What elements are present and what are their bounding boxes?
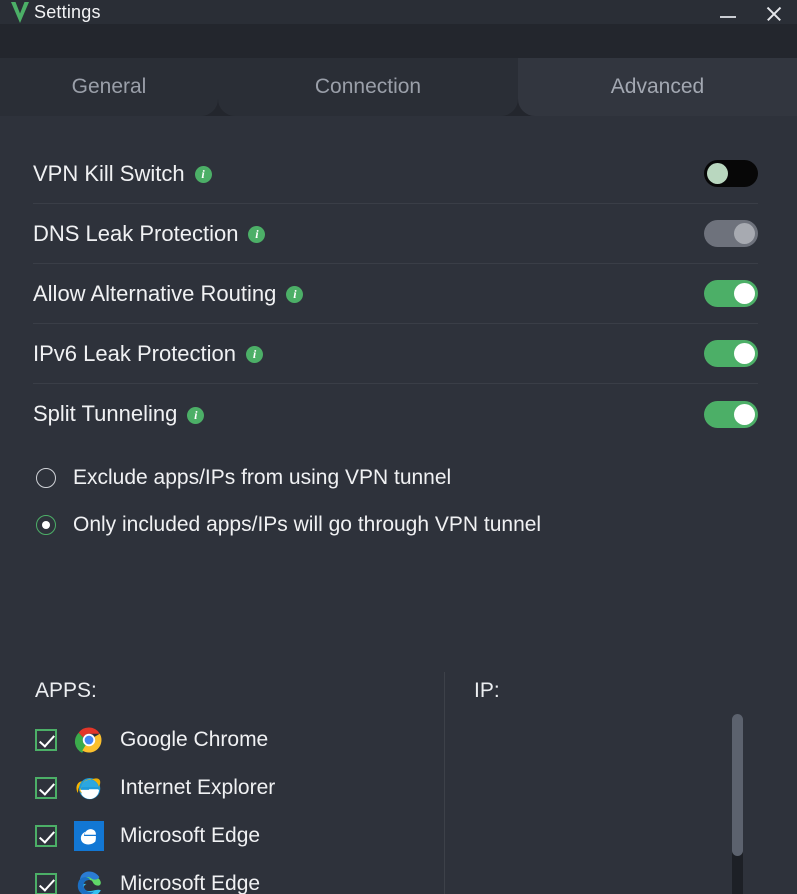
setting-row-ipv6-leak-protection: IPv6 Leak Protection i xyxy=(33,324,758,384)
checkbox-checked-icon[interactable] xyxy=(35,729,57,751)
title-bar: Settings xyxy=(0,0,797,24)
apps-column-header: APPS: xyxy=(35,679,97,702)
toggle-knob xyxy=(734,403,755,425)
close-icon xyxy=(765,4,783,22)
setting-label: DNS Leak Protection xyxy=(33,220,239,246)
microsoft-edge-chromium-icon xyxy=(74,869,104,894)
radio-selected-icon xyxy=(36,514,56,535)
checkbox-checked-icon[interactable] xyxy=(35,777,57,799)
minimize-button[interactable] xyxy=(705,0,751,24)
ip-list-scrollbar-thumb[interactable] xyxy=(732,714,743,856)
app-logo-icon xyxy=(0,0,34,24)
info-icon[interactable]: i xyxy=(246,346,264,363)
setting-label: Allow Alternative Routing xyxy=(33,280,277,306)
list-item[interactable]: Microsoft Edge xyxy=(35,860,425,894)
tab-general[interactable]: General xyxy=(0,58,218,116)
toggle-knob xyxy=(707,163,728,184)
setting-row-dns-leak-protection: DNS Leak Protection i xyxy=(33,204,758,264)
radio-option-exclude-label: Exclude apps/IPs from using VPN tunnel xyxy=(73,465,452,489)
checkbox-checked-icon[interactable] xyxy=(35,873,57,894)
app-name: Internet Explorer xyxy=(120,776,276,799)
advanced-settings-panel: VPN Kill Switch i DNS Leak Protection i … xyxy=(0,116,797,894)
toggle-knob xyxy=(734,223,755,244)
setting-row-vpn-kill-switch: VPN Kill Switch i xyxy=(33,144,758,204)
radio-icon xyxy=(36,467,56,488)
google-chrome-icon xyxy=(74,725,104,755)
setting-label: IPv6 Leak Protection xyxy=(33,340,237,366)
close-button[interactable] xyxy=(751,0,797,24)
setting-label: Split Tunneling xyxy=(33,401,178,426)
app-name: Microsoft Edge xyxy=(120,872,261,894)
ip-list-scrollbar[interactable] xyxy=(732,714,743,894)
list-item[interactable]: Internet Explorer xyxy=(35,764,425,812)
split-tunneling-mode-group: Exclude apps/IPs from using VPN tunnel O… xyxy=(36,454,736,548)
app-name: Google Chrome xyxy=(120,728,269,751)
tab-connection-label: Connection xyxy=(314,75,422,98)
tab-connection[interactable]: Connection xyxy=(218,58,518,116)
toggle-split-tunneling[interactable] xyxy=(704,400,758,428)
tab-advanced[interactable]: Advanced xyxy=(518,58,797,116)
app-name: Microsoft Edge xyxy=(120,824,261,847)
radio-option-include-label: Only included apps/IPs will go through V… xyxy=(73,512,542,536)
settings-window: Settings General Connection Advanced VPN… xyxy=(0,0,797,894)
toggle-allow-alternative-routing[interactable] xyxy=(704,280,758,307)
info-icon[interactable]: i xyxy=(194,166,212,183)
checkbox-checked-icon[interactable] xyxy=(35,825,57,847)
info-icon[interactable]: i xyxy=(286,286,304,303)
internet-explorer-icon xyxy=(74,773,104,803)
window-title: Settings xyxy=(34,2,101,22)
radio-option-exclude[interactable]: Exclude apps/IPs from using VPN tunnel xyxy=(36,454,736,501)
setting-label: VPN Kill Switch xyxy=(33,160,185,186)
minimize-icon xyxy=(720,16,736,18)
info-icon[interactable]: i xyxy=(187,406,205,424)
setting-row-allow-alternative-routing: Allow Alternative Routing i xyxy=(33,264,758,324)
ip-column-header: IP: xyxy=(474,679,500,702)
radio-option-include[interactable]: Only included apps/IPs will go through V… xyxy=(36,501,736,548)
tab-strip: General Connection Advanced xyxy=(0,24,797,116)
column-divider xyxy=(444,672,445,894)
settings-list: VPN Kill Switch i DNS Leak Protection i … xyxy=(33,144,758,444)
toggle-knob xyxy=(734,343,755,364)
info-icon[interactable]: i xyxy=(248,226,266,243)
microsoft-edge-legacy-icon xyxy=(74,821,104,851)
setting-row-split-tunneling: Split Tunneling i xyxy=(33,384,758,444)
toggle-vpn-kill-switch[interactable] xyxy=(704,160,758,187)
list-item[interactable]: Microsoft Edge xyxy=(35,812,425,860)
window-controls xyxy=(705,0,797,24)
toggle-knob xyxy=(734,283,755,304)
tab-advanced-label: Advanced xyxy=(610,75,705,98)
apps-list: Google Chrome Internet Explorer Microsof… xyxy=(35,716,425,894)
toggle-dns-leak-protection[interactable] xyxy=(704,220,758,247)
list-item[interactable]: Google Chrome xyxy=(35,716,425,764)
toggle-ipv6-leak-protection[interactable] xyxy=(704,340,758,367)
tab-general-label: General xyxy=(71,75,147,98)
